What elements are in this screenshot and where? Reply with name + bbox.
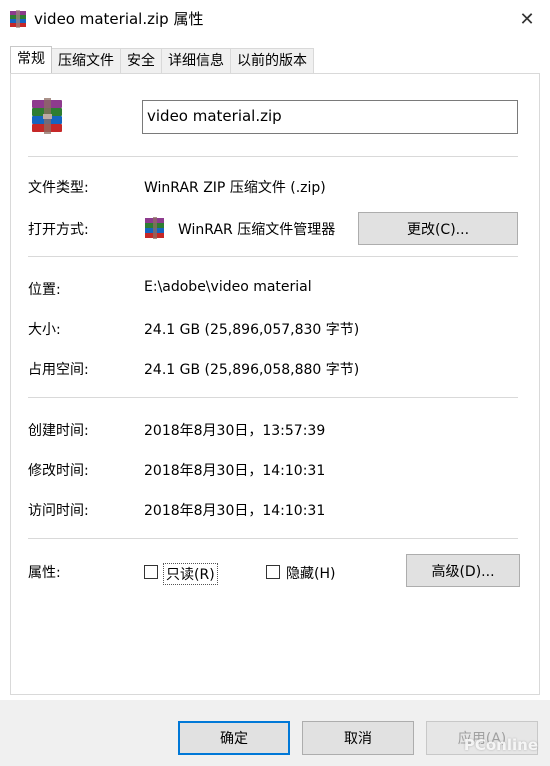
close-button[interactable]: ✕ — [504, 0, 550, 38]
tab-bar: 常规 压缩文件 安全 详细信息 以前的版本 — [10, 46, 314, 74]
title-bar: video material.zip 属性 ✕ — [0, 0, 550, 38]
opens-with-value: WinRAR 压缩文件管理器 — [178, 222, 336, 238]
size-value: 24.1 GB (25,896,057,830 字节) — [144, 322, 360, 338]
readonly-checkbox[interactable] — [144, 565, 158, 579]
hidden-checkbox[interactable] — [266, 565, 280, 579]
winrar-app-icon — [145, 217, 164, 239]
accessed-value: 2018年8月30日，14:10:31 — [144, 503, 326, 519]
change-button[interactable]: 更改(C)... — [358, 212, 518, 245]
size-label: 大小: — [28, 322, 61, 338]
hidden-label[interactable]: 隐藏(H) — [286, 563, 335, 583]
file-type-label: 文件类型: — [28, 180, 89, 196]
modified-label: 修改时间: — [28, 463, 89, 479]
ok-button[interactable]: 确定 — [178, 721, 290, 755]
separator — [28, 156, 518, 157]
tab-security[interactable]: 安全 — [120, 48, 162, 73]
general-panel — [10, 73, 540, 695]
tab-general[interactable]: 常规 — [10, 46, 52, 73]
file-type-value: WinRAR ZIP 压缩文件 (.zip) — [144, 180, 326, 196]
accessed-label: 访问时间: — [28, 503, 89, 519]
modified-value: 2018年8月30日，14:10:31 — [144, 463, 326, 479]
disk-size-value: 24.1 GB (25,896,058,880 字节) — [144, 362, 360, 378]
tab-previous-versions[interactable]: 以前的版本 — [230, 48, 314, 73]
tab-details[interactable]: 详细信息 — [161, 48, 231, 73]
location-label: 位置: — [28, 282, 61, 298]
created-label: 创建时间: — [28, 423, 89, 439]
separator — [28, 538, 518, 539]
location-value: E:\adobe\video material — [144, 279, 312, 295]
disk-size-label: 占用空间: — [28, 362, 89, 378]
opens-with-label: 打开方式: — [28, 222, 89, 238]
attributes-label: 属性: — [28, 565, 61, 581]
close-icon: ✕ — [519, 8, 535, 30]
filename-field[interactable]: video material.zip — [142, 100, 518, 134]
winrar-archive-icon — [32, 98, 62, 134]
separator — [28, 397, 518, 398]
separator — [28, 256, 518, 257]
readonly-label[interactable]: 只读(R) — [163, 563, 218, 585]
window-title: video material.zip 属性 — [34, 10, 204, 28]
winrar-zip-icon — [10, 10, 26, 28]
tab-archive[interactable]: 压缩文件 — [51, 48, 121, 73]
cancel-button[interactable]: 取消 — [302, 721, 414, 755]
created-value: 2018年8月30日，13:57:39 — [144, 423, 326, 439]
watermark: PConline — [463, 736, 538, 754]
advanced-button[interactable]: 高级(D)... — [406, 554, 520, 587]
